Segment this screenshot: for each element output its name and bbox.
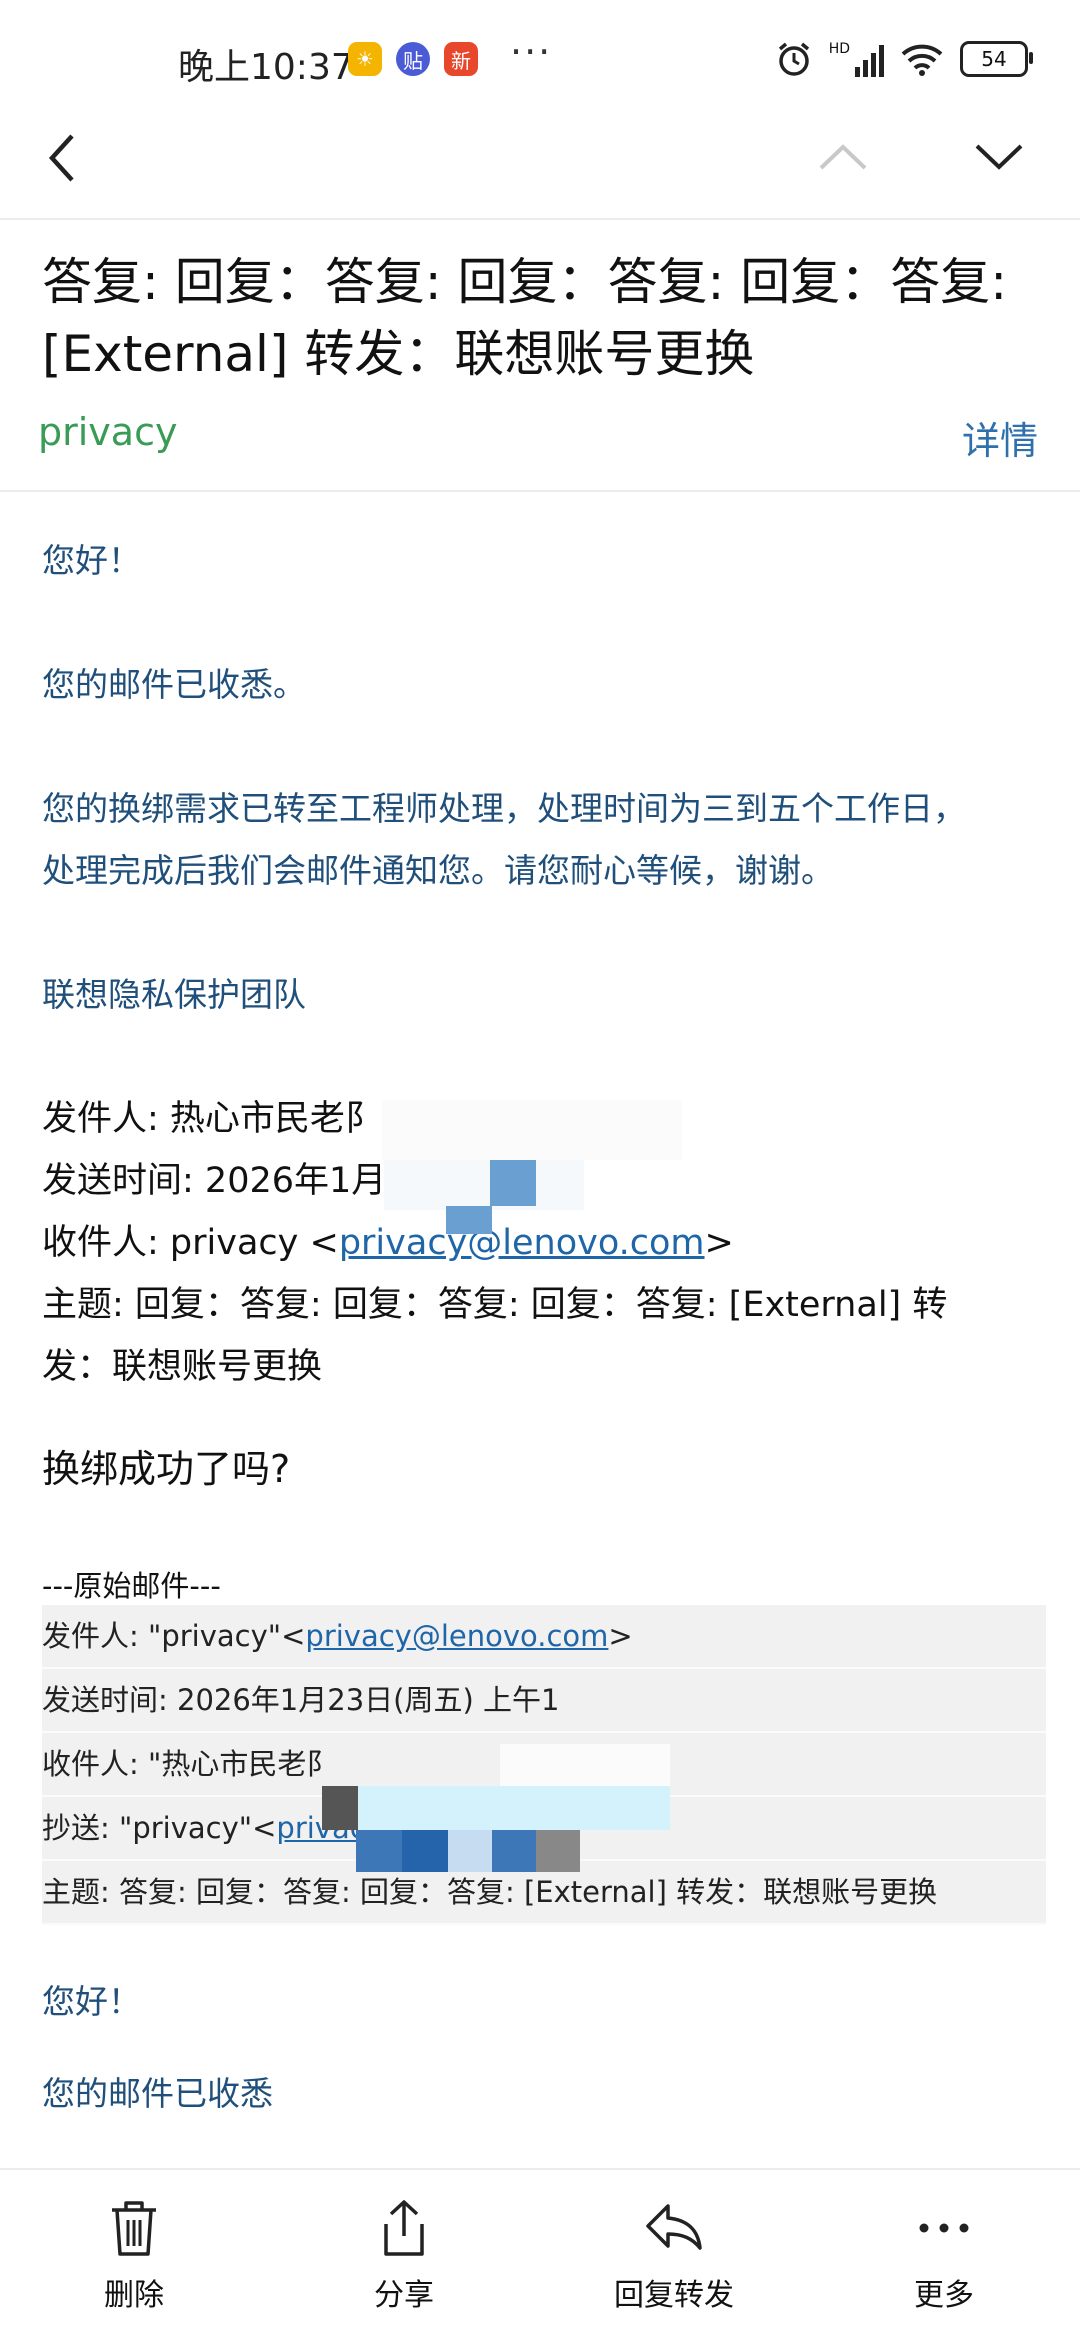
details-link[interactable]: 详情 <box>962 410 1038 465</box>
redaction-mosaic-7 <box>322 1786 358 1830</box>
quoted-subject-2: 发：联想账号更换 <box>42 1347 323 1387</box>
redaction-mosaic-8 <box>356 1830 402 1872</box>
status-indicators: HD 54 <box>775 40 1033 78</box>
reply-received: 您的邮件已收悉。 <box>42 665 306 704</box>
delete-label: 删除 <box>104 2278 164 2313</box>
status-time: 晚上10:37 <box>178 47 354 88</box>
reply-processing-1: 您的换绑需求已转至工程师处理，处理时间为三到五个工作日， <box>42 789 966 828</box>
status-bar: 晚上10:37 ☀ 贴 新 ··· HD 54 <box>0 0 1080 120</box>
email-body: 您好！ 您的邮件已收悉。 您的换绑需求已转至工程师处理，处理时间为三到五个工作日… <box>42 530 1052 2125</box>
redaction-mosaic-2 <box>384 1160 584 1210</box>
reply-signature: 联想隐私保护团队 <box>42 975 306 1014</box>
more-icon <box>919 2223 969 2233</box>
quoted-subject-1: 主题: 回复：答复: 回复：答复: 回复：答复: [External] 转 <box>42 1285 948 1325</box>
quoted-to: 收件人: privacy <privacy@lenovo.com> <box>42 1223 734 1263</box>
question-text: 换绑成功了吗? <box>42 1447 291 1491</box>
redaction-mosaic-4 <box>446 1206 492 1234</box>
redaction-mosaic-12 <box>536 1830 580 1872</box>
original-from: 发件人: "privacy"<privacy@lenovo.com> <box>42 1605 1046 1669</box>
email-subject: 答复: 回复：答复: 回复：答复: 回复：答复: [External] 转发：联… <box>42 246 1042 390</box>
more-notifications-icon: ··· <box>510 30 553 74</box>
network-type: HD <box>828 41 850 57</box>
redaction-mosaic-6 <box>322 1786 670 1830</box>
share-label: 分享 <box>374 2278 434 2313</box>
original-sent: 发送时间: 2026年1月23日(周五) 上午1 <box>42 1669 1046 1733</box>
signal-icon: HD <box>829 41 884 77</box>
share-icon <box>384 2200 424 2256</box>
weather-icon: ☀ <box>348 42 382 76</box>
chevron-up-icon[interactable] <box>818 142 868 172</box>
original-from-email-link[interactable]: privacy@lenovo.com <box>305 1619 608 1653</box>
battery-icon: 54 <box>960 41 1033 77</box>
redaction-mosaic-5 <box>500 1744 670 1786</box>
trailing-partial: 您的邮件已收悉 <box>42 2074 273 2113</box>
notification-icons: ☀ 贴 新 <box>348 42 478 76</box>
redaction-mosaic-10 <box>448 1830 492 1872</box>
redaction-mosaic-3 <box>490 1160 536 1206</box>
chevron-down-icon[interactable] <box>974 142 1024 172</box>
bottom-action-bar: 删除 分享 回复转发 更多 <box>0 2168 1080 2342</box>
reply-forward-label: 回复转发 <box>614 2278 734 2313</box>
subject-line-2: [External] 转发：联想账号更换 <box>42 325 755 383</box>
quoted-to-email-link[interactable]: privacy@lenovo.com <box>339 1223 705 1263</box>
redaction-mosaic-9 <box>402 1830 448 1872</box>
header-divider <box>0 490 1080 492</box>
back-arrow-icon[interactable] <box>44 130 84 186</box>
original-mail-header: ---原始邮件--- <box>42 1569 221 1603</box>
reply-greeting: 您好！ <box>42 541 141 580</box>
scroll-fade <box>0 2130 1080 2170</box>
wifi-icon <box>901 44 943 76</box>
more-button[interactable]: 更多 <box>844 2198 1044 2314</box>
trash-icon <box>112 2201 156 2256</box>
redaction-mosaic-11 <box>492 1830 536 1872</box>
alarm-icon <box>778 42 809 76</box>
nav-divider <box>0 218 1080 220</box>
redaction-mosaic-1 <box>382 1100 682 1160</box>
more-label: 更多 <box>914 2278 974 2313</box>
subject-line-1: 答复: 回复：答复: 回复：答复: 回复：答复: <box>42 253 1008 311</box>
mail-nav-bar <box>0 120 1080 220</box>
delete-button[interactable]: 删除 <box>34 2198 234 2314</box>
sender-name[interactable]: privacy <box>38 410 177 454</box>
reply-icon <box>646 2204 702 2250</box>
share-button[interactable]: 分享 <box>304 2198 504 2314</box>
news-icon: 新 <box>444 42 478 76</box>
reply-forward-button[interactable]: 回复转发 <box>574 2198 774 2314</box>
reply-processing-2: 处理完成后我们会邮件通知您。请您耐心等候，谢谢。 <box>42 851 834 890</box>
trailing-greeting: 您好！ <box>42 1982 141 2021</box>
tieba-icon: 贴 <box>396 42 430 76</box>
